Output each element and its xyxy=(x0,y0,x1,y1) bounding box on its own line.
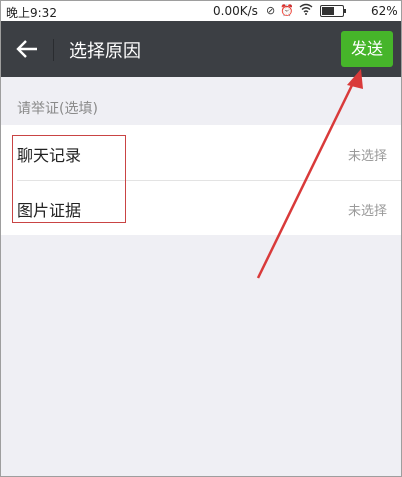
annotation-arrow xyxy=(256,69,363,279)
screenshot-frame: 晚上9:32 0.00K/s ⊘ ⏰ 62% 选择原因 发送 请举证(选填) 聊… xyxy=(0,0,402,477)
